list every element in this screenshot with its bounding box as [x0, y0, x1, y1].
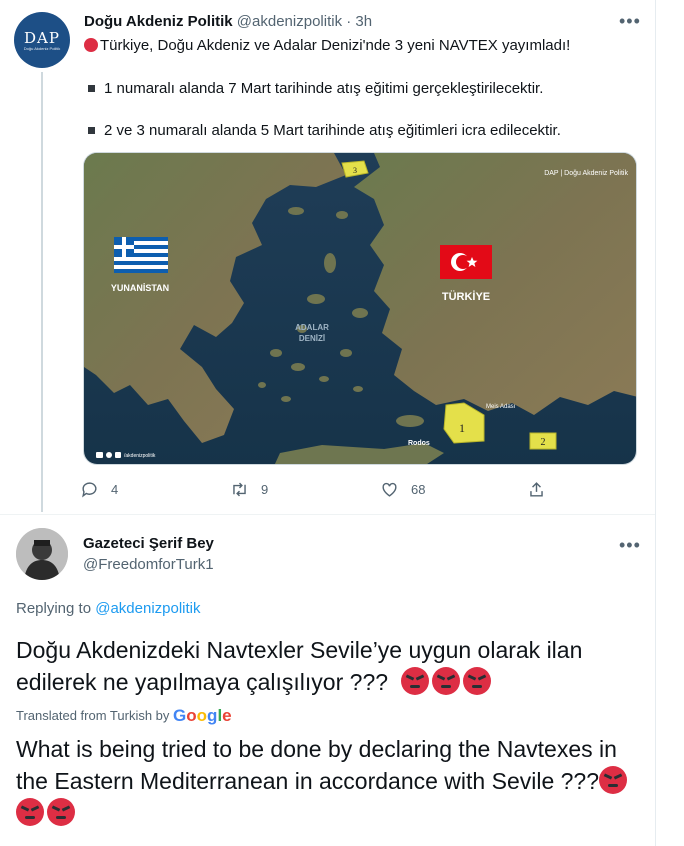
like-count: 68 [411, 482, 426, 497]
map-label-sea-2: DENİZİ [299, 334, 325, 343]
tweet-time[interactable]: · 3h [346, 13, 372, 30]
angry-face-icon [431, 667, 460, 695]
reply-original-text: Doğu Akdenizdeki Navtexler Sevile’ye uyg… [16, 634, 646, 698]
tweet-bullet-2-text: 2 ve 3 numaralı alanda 5 Mart tarihinde … [104, 122, 561, 139]
reply-count: 4 [111, 482, 119, 497]
tweet-line-1: Türkiye, Doğu Akdeniz ve Adalar Denizi'n… [84, 37, 644, 55]
like-icon [382, 482, 397, 497]
map-label-turkey: TÜRKİYE [442, 290, 490, 303]
map-watermark: DAP | Doğu Akdeniz Politik [544, 170, 628, 177]
angry-face-icon [599, 766, 628, 794]
retweet-button[interactable]: 9 [230, 480, 268, 499]
tweet-header: Doğu Akdeniz Politik @akdenizpolitik · 3… [84, 13, 372, 31]
red-circle-icon [84, 38, 98, 52]
replying-prefix: Replying to [16, 600, 92, 617]
tweet-line-1-text: Türkiye, Doğu Akdeniz ve Adalar Denizi'n… [100, 37, 571, 54]
translation-attribution: Translated from Turkish by Google [16, 707, 232, 725]
retweet-icon [233, 482, 246, 497]
angry-face-icon [16, 798, 44, 826]
turkey-flag-icon [440, 245, 492, 279]
tweet-separator [0, 514, 655, 515]
more-icon[interactable]: ••• [619, 12, 641, 30]
google-logo: Google [173, 706, 232, 725]
navtex-label-3: 3 [353, 166, 357, 175]
map-label-sea-1: ADALAR [295, 323, 329, 332]
reply-button[interactable]: 4 [80, 480, 118, 499]
reply-translated-text-content: What is being tried to be done by declar… [16, 736, 617, 794]
reply-author-avatar[interactable] [16, 528, 68, 580]
bullet-square-icon [88, 126, 95, 134]
reply-original-text-content: Doğu Akdenizdeki Navtexler Sevile’ye uyg… [16, 637, 583, 695]
share-button[interactable] [527, 480, 558, 499]
angry-face-icon [47, 798, 75, 826]
reply-author-name[interactable]: Gazeteci Şerif Bey [83, 535, 214, 553]
replying-to-link[interactable]: @akdenizpolitik [95, 600, 200, 617]
avatar-logo-text: DAP [24, 28, 60, 47]
tweet-bullet-2: 2 ve 3 numaralı alanda 5 Mart tarihinde … [84, 122, 644, 140]
navtex-label-2: 2 [541, 437, 546, 448]
author-avatar[interactable]: DAP Doğu Akdeniz Politik [14, 12, 70, 68]
turkey-landmass [354, 153, 636, 415]
timeline-border [655, 0, 656, 846]
replying-to: Replying to @akdenizpolitik [16, 600, 201, 618]
like-button[interactable]: 68 [380, 480, 425, 499]
thread-line [41, 72, 43, 512]
author-handle[interactable]: @akdenizpolitik [237, 13, 342, 30]
map-label-greece: YUNANİSTAN [111, 283, 169, 293]
tweet-map-image[interactable]: YUNANİSTAN TÜRKİYE ADALAR DENİZİ Rodos M… [83, 152, 637, 465]
angry-face-icon [400, 667, 429, 695]
map-label-rodos: Rodos [408, 440, 430, 447]
greece-flag-icon [114, 237, 168, 273]
avatar-logo-subtext: Doğu Akdeniz Politik [23, 45, 61, 51]
reply-icon [82, 482, 97, 498]
retweet-count: 9 [261, 482, 269, 497]
tweet-bullet-1-text: 1 numaralı alanda 7 Mart tarihinde atış … [104, 80, 544, 97]
bullet-square-icon [88, 84, 95, 92]
reply-more-icon[interactable]: ••• [619, 536, 641, 554]
reply-author-handle[interactable]: @FreedomforTurk1 [83, 556, 214, 574]
reply-translated-text: What is being tried to be done by declar… [16, 733, 646, 829]
map-label-meis: Meis Adası [486, 404, 516, 410]
navtex-label-1: 1 [459, 421, 465, 435]
social-icons [96, 452, 121, 458]
tweet-bullet-1: 1 numaralı alanda 7 Mart tarihinde atış … [84, 80, 644, 98]
author-name[interactable]: Doğu Akdeniz Politik [84, 13, 233, 30]
share-icon [530, 482, 543, 497]
angry-face-icon [462, 667, 491, 695]
map-footer: /akdenizpolitik [124, 453, 156, 459]
translated-from-label: Translated from Turkish by [16, 708, 170, 723]
